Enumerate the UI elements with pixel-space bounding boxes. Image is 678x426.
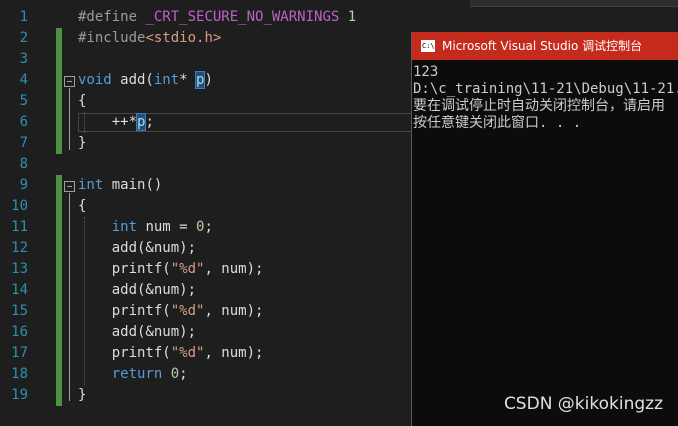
line-number: 4 (19, 72, 28, 88)
macro-name: _CRT_SECURE_NO_WARNINGS (137, 9, 348, 25)
code-line-18: return 0; (78, 364, 188, 385)
line-number: 15 (11, 303, 28, 319)
console-output-line: 按任意键关闭此窗口. . . (413, 115, 582, 131)
line-number: 7 (19, 135, 28, 151)
code-text: , num); (204, 303, 264, 319)
code-line-16: add(&num); (78, 322, 196, 343)
debug-console-window[interactable]: Microsoft Visual Studio 调试控制台 123D:\c_tr… (411, 32, 678, 426)
code-text: add(&num); (78, 240, 197, 256)
code-text: printf( (78, 303, 171, 319)
line-number: 8 (19, 156, 28, 172)
watermark: CSDN @kikokingzz (503, 394, 663, 414)
include-header: <stdio.h> (145, 30, 222, 46)
code-text: printf( (78, 345, 171, 361)
brace: } (78, 135, 87, 151)
line-number: 13 (11, 261, 28, 277)
code-text: add(&num); (78, 282, 197, 298)
keyword: int (78, 177, 104, 193)
number-literal: 1 (347, 9, 357, 25)
console-output-line: D:\c_training\11-21\Debug\11-21.exe (413, 81, 678, 97)
code-text: * (179, 72, 197, 88)
code-line-9: int main() (78, 175, 162, 196)
line-number: 3 (19, 51, 28, 67)
preprocessor-directive: #define (78, 9, 138, 25)
keyword: void (78, 72, 112, 88)
code-line-2: #include<stdio.h> (78, 28, 221, 49)
console-title-bar[interactable]: Microsoft Visual Studio 调试控制台 (412, 32, 678, 60)
fold-guide (69, 193, 70, 401)
code-text: ) (204, 72, 213, 88)
code-line-19: } (78, 385, 86, 406)
string-literal: "%d" (170, 345, 205, 361)
line-number: 16 (11, 324, 28, 340)
function-name: add( (111, 72, 154, 88)
code-line-14: add(&num); (78, 280, 196, 301)
brace: } (78, 387, 87, 403)
code-text: add(&num); (78, 324, 197, 340)
collapse-icon[interactable] (64, 181, 75, 192)
line-number: 5 (19, 93, 28, 109)
code-line-5: { (78, 91, 86, 112)
preprocessor-directive: #include (78, 30, 146, 46)
code-line-6: ++*p; (78, 112, 154, 133)
function-name: main() (103, 177, 163, 193)
change-indicator (56, 175, 62, 406)
change-indicator (56, 28, 62, 154)
code-text: ; (204, 219, 213, 235)
code-line-1: #define _CRT_SECURE_NO_WARNINGS 1 (78, 7, 356, 28)
keyword: return (78, 366, 163, 382)
code-line-15: printf("%d", num); (78, 301, 264, 322)
console-output-line: 要在调试停止时自动关闭控制台，请启用 (413, 98, 665, 114)
code-text: ; (179, 366, 188, 382)
code-line-10: { (78, 196, 86, 217)
code-text: ++* (78, 114, 138, 130)
string-literal: "%d" (170, 261, 205, 277)
line-number: 18 (11, 366, 28, 382)
code-line-13: printf("%d", num); (78, 259, 264, 280)
code-line-7: } (78, 133, 86, 154)
code-line-12: add(&num); (78, 238, 196, 259)
line-number: 9 (19, 177, 28, 193)
keyword: int (78, 219, 138, 235)
line-number: 17 (11, 345, 28, 361)
brace: { (78, 198, 87, 214)
console-output-line: 123 (413, 64, 439, 80)
line-number: 6 (19, 114, 28, 130)
brace: { (78, 93, 87, 109)
console-title: Microsoft Visual Studio 调试控制台 (442, 39, 643, 53)
line-number: 14 (11, 282, 28, 298)
code-text: num = (137, 219, 197, 235)
code-line-11: int num = 0; (78, 217, 213, 238)
collapse-icon[interactable] (64, 76, 75, 87)
number-literal: 0 (162, 366, 180, 382)
code-text: ; (145, 114, 154, 130)
string-literal: "%d" (170, 303, 205, 319)
code-line-17: printf("%d", num); (78, 343, 264, 364)
console-app-icon (421, 32, 435, 60)
line-number: 1 (19, 9, 28, 25)
code-text: , num); (204, 261, 264, 277)
code-text: , num); (204, 345, 264, 361)
line-number: 19 (11, 387, 28, 403)
fold-guide (69, 88, 70, 150)
console-output: 123D:\c_training\11-21\Debug\11-21.exe要在… (413, 64, 678, 132)
code-line-4: void add(int* p) (78, 70, 213, 91)
line-number: 2 (19, 30, 28, 46)
code-text: printf( (78, 261, 171, 277)
tab-strip-edge (470, 0, 678, 7)
keyword: int (153, 72, 180, 88)
line-number: 11 (11, 219, 28, 235)
line-number: 12 (11, 240, 28, 256)
line-number: 10 (11, 198, 28, 214)
